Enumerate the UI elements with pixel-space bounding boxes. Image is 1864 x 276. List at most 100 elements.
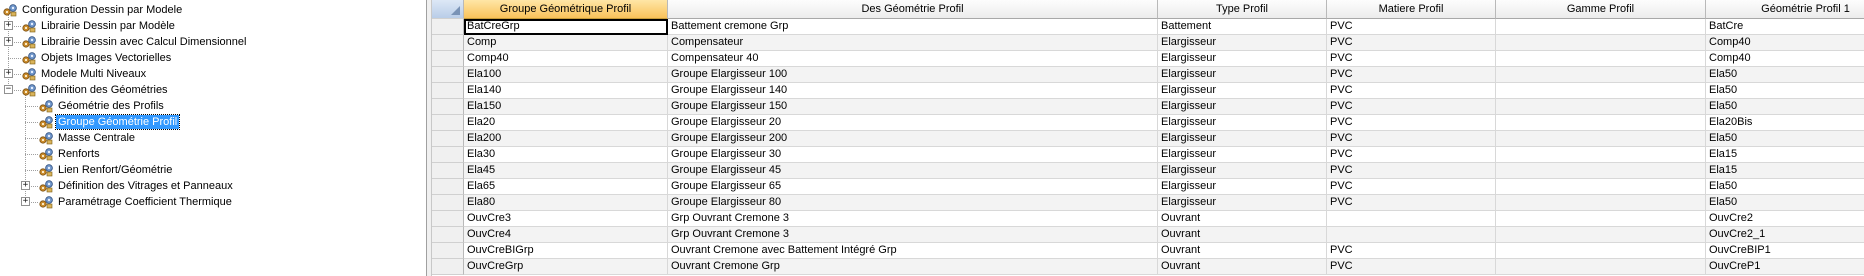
table-cell[interactable]: Ouvrant Cremone avec Battement Intégré G… xyxy=(668,243,1158,259)
table-cell[interactable]: Grp Ouvrant Cremone 3 xyxy=(668,211,1158,227)
row-selector[interactable] xyxy=(432,19,464,35)
table-cell[interactable]: Elargisseur xyxy=(1158,51,1327,67)
table-cell[interactable]: PVC xyxy=(1327,179,1496,195)
table-cell[interactable]: Ela80 xyxy=(464,195,668,211)
table-row[interactable]: OuvCre3 Grp Ouvrant Cremone 3 Ouvrant OuvCr… xyxy=(432,211,1864,227)
row-selector[interactable] xyxy=(432,163,464,179)
table-cell[interactable]: PVC xyxy=(1327,51,1496,67)
tree-item-lien-renfort-geometrie[interactable]: Lien Renfort/Géométrie xyxy=(0,162,420,178)
table-cell[interactable]: Ela20 xyxy=(464,115,668,131)
table-cell[interactable]: OuvCre3 xyxy=(464,211,668,227)
row-selector[interactable] xyxy=(432,115,464,131)
tree-item-modele-multi-niveaux[interactable]: + Modele Multi Niveaux xyxy=(0,66,420,82)
expand-icon[interactable]: + xyxy=(4,37,13,46)
table-cell[interactable] xyxy=(1496,227,1706,243)
table-cell[interactable]: PVC xyxy=(1327,131,1496,147)
table-cell[interactable]: Ela15 xyxy=(1706,163,1864,179)
tree-item-parametrage-coefficient-thermique[interactable]: + Paramétrage Coefficient Thermique xyxy=(0,194,420,210)
table-cell[interactable]: PVC xyxy=(1327,35,1496,51)
table-cell[interactable]: Comp40 xyxy=(1706,35,1864,51)
table-cell[interactable]: Ela140 xyxy=(464,83,668,99)
table-cell[interactable]: Groupe Elargisseur 65 xyxy=(668,179,1158,195)
row-selector[interactable] xyxy=(432,67,464,83)
table-row[interactable]: Ela45 Groupe Elargisseur 45 Elargisseur PVC… xyxy=(432,163,1864,179)
table-row[interactable]: Ela20 Groupe Elargisseur 20 Elargisseur PVC… xyxy=(432,115,1864,131)
table-cell[interactable]: OuvCreBIP1 xyxy=(1706,243,1864,259)
table-row[interactable]: Comp40 Compensateur 40 Elargisseur PVC Comp4… xyxy=(432,51,1864,67)
expand-icon[interactable]: + xyxy=(4,69,13,78)
table-row[interactable]: Ela150 Groupe Elargisseur 150 Elargisseur P… xyxy=(432,99,1864,115)
row-selector[interactable] xyxy=(432,259,464,275)
table-cell[interactable] xyxy=(1496,51,1706,67)
tree-item-definition-des-geometries[interactable]: − Définition des Géométries xyxy=(0,82,420,98)
row-selector[interactable] xyxy=(432,243,464,259)
table-cell[interactable]: OuvCreGrp xyxy=(464,259,668,275)
table-cell[interactable] xyxy=(1496,147,1706,163)
table-cell[interactable]: PVC xyxy=(1327,115,1496,131)
table-cell[interactable]: OuvCre2_1 xyxy=(1706,227,1864,243)
table-cell[interactable]: Groupe Elargisseur 140 xyxy=(668,83,1158,99)
table-cell[interactable]: Ela45 xyxy=(464,163,668,179)
table-cell[interactable]: Compensateur xyxy=(668,35,1158,51)
tree-item-librairie-dessin-par-modele[interactable]: + Librairie Dessin par Modèle xyxy=(0,18,420,34)
table-cell[interactable]: Groupe Elargisseur 80 xyxy=(668,195,1158,211)
table-cell[interactable]: Ela50 xyxy=(1706,179,1864,195)
table-cell[interactable] xyxy=(1496,259,1706,275)
table-cell[interactable] xyxy=(1327,211,1496,227)
table-cell[interactable]: Elargisseur xyxy=(1158,115,1327,131)
table-cell[interactable]: Compensateur 40 xyxy=(668,51,1158,67)
table-cell[interactable]: PVC xyxy=(1327,163,1496,179)
table-cell[interactable]: PVC xyxy=(1327,147,1496,163)
table-cell[interactable]: Elargisseur xyxy=(1158,195,1327,211)
table-cell[interactable]: PVC xyxy=(1327,67,1496,83)
tree-item-geometrie-des-profils[interactable]: Géométrie des Profils xyxy=(0,98,420,114)
tree-item-objets-images-vectorielles[interactable]: Objets Images Vectorielles xyxy=(0,50,420,66)
table-cell[interactable]: Elargisseur xyxy=(1158,83,1327,99)
table-cell[interactable]: Elargisseur xyxy=(1158,99,1327,115)
col-groupe-geometrique-profil-header[interactable]: Groupe Géométrique Profil xyxy=(464,0,668,19)
col-des-geometrie-profil-header[interactable]: Des Géométrie Profil xyxy=(668,0,1158,19)
collapse-icon[interactable]: − xyxy=(4,85,13,94)
table-cell[interactable] xyxy=(1496,211,1706,227)
table-cell[interactable] xyxy=(1496,115,1706,131)
table-row[interactable]: Ela65 Groupe Elargisseur 65 Elargisseur PVC… xyxy=(432,179,1864,195)
table-cell[interactable]: Ela65 xyxy=(464,179,668,195)
row-selector[interactable] xyxy=(432,195,464,211)
table-cell[interactable]: Battement xyxy=(1158,19,1327,35)
table-cell[interactable]: Ela50 xyxy=(1706,99,1864,115)
expand-icon[interactable]: + xyxy=(21,181,30,190)
table-cell[interactable]: Comp40 xyxy=(464,51,668,67)
table-cell[interactable]: Ela30 xyxy=(464,147,668,163)
table-cell[interactable]: PVC xyxy=(1327,99,1496,115)
table-cell[interactable] xyxy=(1496,131,1706,147)
row-selector[interactable] xyxy=(432,211,464,227)
table-row[interactable]: BatCreGrp Battement cremone Grp Battement P… xyxy=(432,19,1864,35)
table-cell[interactable] xyxy=(1496,19,1706,35)
table-row[interactable]: Ela200 Groupe Elargisseur 200 Elargisseur P… xyxy=(432,131,1864,147)
table-cell[interactable]: Ela20Bis xyxy=(1706,115,1864,131)
table-cell[interactable] xyxy=(1496,179,1706,195)
table-cell[interactable]: Groupe Elargisseur 45 xyxy=(668,163,1158,179)
table-cell[interactable]: Groupe Elargisseur 30 xyxy=(668,147,1158,163)
table-cell[interactable]: PVC xyxy=(1327,243,1496,259)
table-cell[interactable] xyxy=(1496,163,1706,179)
table-cell[interactable]: PVC xyxy=(1327,259,1496,275)
table-cell[interactable]: OuvCreBIGrp xyxy=(464,243,668,259)
table-row[interactable]: OuvCre4 Grp Ouvrant Cremone 3 Ouvrant OuvCr… xyxy=(432,227,1864,243)
table-row[interactable]: OuvCreGrp Ouvrant Cremone Grp Ouvrant PVC Ou… xyxy=(432,259,1864,275)
row-selector[interactable] xyxy=(432,131,464,147)
table-cell[interactable]: Ela15 xyxy=(1706,147,1864,163)
table-cell[interactable]: Grp Ouvrant Cremone 3 xyxy=(668,227,1158,243)
table-cell[interactable]: Elargisseur xyxy=(1158,179,1327,195)
expand-icon[interactable]: + xyxy=(21,197,30,206)
table-row[interactable]: Ela80 Groupe Elargisseur 80 Elargisseur PVC… xyxy=(432,195,1864,211)
table-cell[interactable]: Ela200 xyxy=(464,131,668,147)
table-cell[interactable] xyxy=(1327,227,1496,243)
table-cell[interactable]: Elargisseur xyxy=(1158,147,1327,163)
table-cell[interactable]: Elargisseur xyxy=(1158,35,1327,51)
table-cell[interactable] xyxy=(1496,99,1706,115)
row-selector[interactable] xyxy=(432,35,464,51)
table-cell[interactable]: OuvCreP1 xyxy=(1706,259,1864,275)
table-cell[interactable]: OuvCre4 xyxy=(464,227,668,243)
table-cell[interactable]: OuvCre2 xyxy=(1706,211,1864,227)
